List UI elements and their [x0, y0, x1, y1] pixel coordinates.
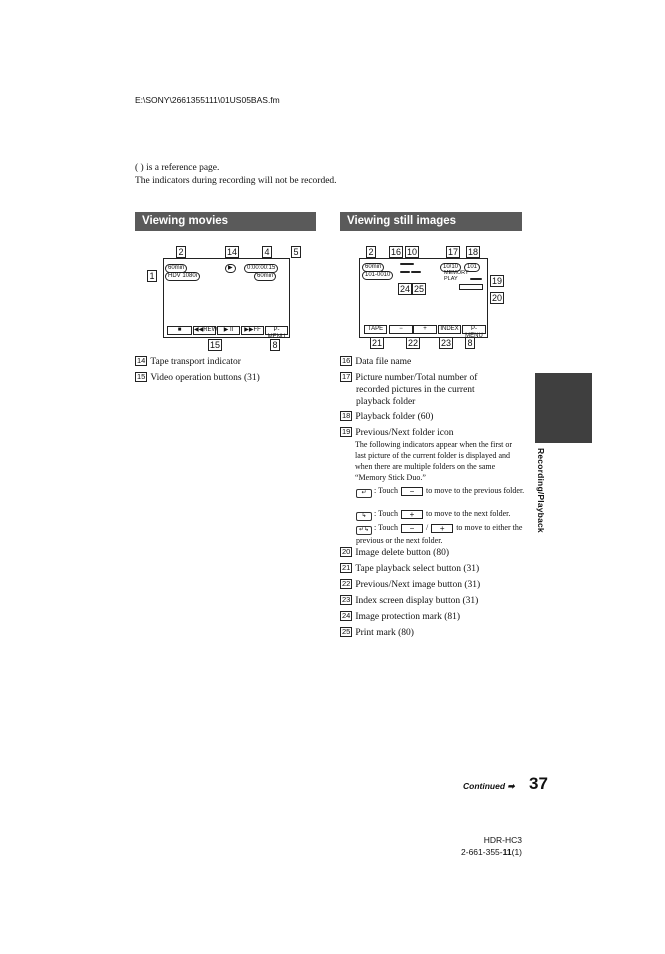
image-size-indicator [400, 263, 414, 265]
list-item: 15 Video operation buttons (31) [135, 372, 260, 383]
intro-line: ( ) is a reference page. [135, 163, 220, 173]
callout: 10 [405, 246, 420, 258]
continued-label: Continued ➡ [463, 781, 515, 791]
callout: 14 [225, 246, 240, 258]
p-menu-button[interactable]: P-MENU [462, 325, 486, 339]
p-menu-button[interactable]: P-MENU [265, 326, 288, 340]
model-number: HDR-HC3 [483, 835, 522, 845]
next-folder-icon: ↳ [356, 512, 372, 521]
format-indicator: HDV 1080i [165, 272, 201, 281]
prev-next-folder-icon: ↵↳ [356, 526, 372, 535]
side-tab-label: Recording/Playback [536, 448, 546, 533]
rewind-button[interactable]: ◀◀REW [193, 326, 217, 335]
callout: 16 [389, 246, 404, 258]
folder-row: ↵↳: Touch − / + to move to either the previo… [356, 523, 523, 545]
page-number: 37 [529, 774, 548, 793]
next-folder-icon [470, 278, 482, 280]
intro-line: The indicators during recording will not… [135, 176, 337, 186]
callout: 21 [370, 337, 385, 349]
callout: 2 [366, 246, 376, 258]
file-path: E:\SONY\2661355111\01US05BAS.fm [135, 95, 280, 105]
side-tab [535, 373, 592, 443]
list-item: 25 Print mark (80) [340, 627, 414, 638]
callout: 15 [208, 339, 223, 351]
list-item: 18 Playback folder (60) [340, 411, 434, 422]
index-button[interactable]: INDEX [438, 325, 461, 334]
tape-transport-indicator: ▶ [225, 264, 236, 273]
section-header-stills: Viewing still images [340, 212, 522, 231]
callout: 24 [398, 283, 413, 295]
play-pause-button[interactable]: ▶ II [217, 326, 240, 335]
list-item: 16 Data file name [340, 356, 412, 367]
callout: 25 [412, 283, 427, 295]
list-item: 14 Tape transport indicator [135, 356, 241, 367]
callout: 19 [490, 275, 505, 287]
folder-row: ↳: Touch + to move to the next folder. [356, 508, 526, 521]
folder-note: The following indicators appear when the… [355, 440, 513, 482]
list-item: 23 Index screen display button (31) [340, 595, 479, 606]
callout: 23 [439, 337, 454, 349]
callout: 8 [270, 339, 280, 351]
section-header-movies: Viewing movies [135, 212, 316, 231]
previous-folder-icon: ↵ [356, 489, 372, 498]
next-image-button[interactable]: + [413, 325, 437, 334]
callout: 2 [176, 246, 186, 258]
remaining-tape: 60min [254, 272, 277, 281]
folder-row: ↵: Touch − to move to the previous folder. [356, 485, 526, 498]
callout: 22 [406, 337, 421, 349]
callout: 17 [446, 246, 461, 258]
callout: 18 [466, 246, 481, 258]
mode-label: MEMORY PLAY [444, 270, 469, 282]
callout: 1 [147, 270, 157, 282]
part-number: 2-661-355-11(1) [461, 847, 522, 857]
list-item: 24 Image protection mark (81) [340, 611, 461, 622]
callout: 4 [262, 246, 272, 258]
protection-mark [400, 271, 410, 273]
print-mark [411, 271, 421, 273]
list-item: 19 Previous/Next folder icon [340, 427, 454, 438]
previous-image-button[interactable]: − [389, 325, 413, 334]
list-item: 22 Previous/Next image button (31) [340, 579, 481, 590]
list-item: 17 Picture number/Total number of recorde… [340, 372, 478, 407]
data-file-name: 101-0010 [362, 271, 394, 280]
arrow-right-icon: ➡ [507, 781, 515, 791]
list-item: 21 Tape playback select button (31) [340, 563, 480, 574]
fast-forward-button[interactable]: ▶▶FF [241, 326, 264, 335]
tape-playback-button[interactable]: TAPE [364, 325, 387, 334]
stop-button[interactable]: ■ [167, 326, 192, 335]
callout: 20 [490, 292, 505, 304]
image-delete-button[interactable] [459, 284, 483, 290]
list-item: 20 Image delete button (80) [340, 547, 449, 558]
callout: 5 [291, 246, 301, 258]
callout: 8 [465, 337, 475, 349]
